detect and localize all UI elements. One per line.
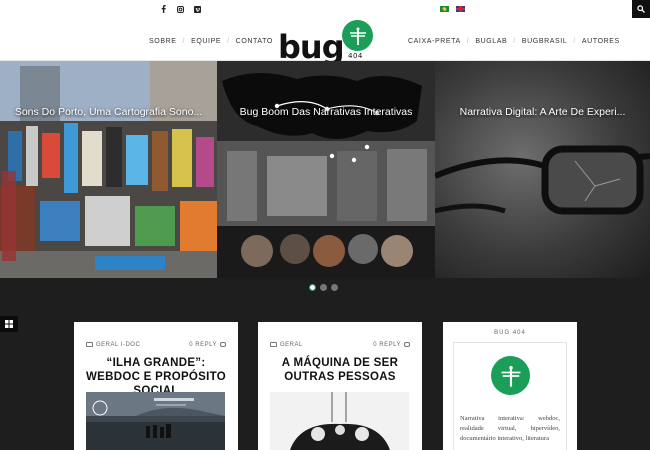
slider-dot-3[interactable] xyxy=(331,284,338,291)
post-title[interactable]: A MÁQUINA DE SER OUTRAS PESSOAS xyxy=(266,356,414,384)
uk-flag-icon[interactable] xyxy=(456,6,465,12)
vimeo-icon[interactable] xyxy=(191,3,203,15)
post-meta: GERAL 0 REPLY xyxy=(270,342,410,350)
about-widget: BUG 404 Narrativa interativa: webdoc, re… xyxy=(443,322,577,450)
folder-icon xyxy=(270,342,277,347)
market-photo xyxy=(0,61,217,278)
world-map-collage xyxy=(217,61,435,278)
slide-title: Bug Boom Das Narrativas Interativas xyxy=(239,106,413,118)
comment-icon xyxy=(404,342,410,347)
vr-headset-photo xyxy=(270,392,409,450)
post-card-ilha-grande[interactable]: GERAL I-DOC 0 REPLY “ILHA GRANDE”: WEBDO… xyxy=(74,322,238,450)
slider-dot-2[interactable] xyxy=(320,284,327,291)
slide-sons-do-porto[interactable]: Sons Do Porto, Uma Cartografia Sono... xyxy=(0,61,217,278)
featured-slider: Sons Do Porto, Uma Cartografia Sono... B… xyxy=(0,61,650,278)
main-nav-right: CAIXA-PRETA / BUGLAB / BUGBRASIL / AUTOR… xyxy=(408,38,620,45)
comment-icon xyxy=(220,342,226,347)
slide-title: Sons Do Porto, Uma Cartografia Sono... xyxy=(14,106,203,118)
slider-dot-1[interactable] xyxy=(309,284,316,291)
windows-side-button[interactable] xyxy=(0,316,18,332)
nav-separator: / xyxy=(466,38,470,45)
logo-text: bug xyxy=(278,28,345,66)
search-button[interactable] xyxy=(632,0,650,18)
post-replies[interactable]: 0 REPLY xyxy=(189,342,226,348)
widget-body: Narrativa interativa: webdoc, realidade … xyxy=(453,342,567,450)
nav-item-contato[interactable]: CONTATO xyxy=(236,38,273,45)
post-replies[interactable]: 0 REPLY xyxy=(373,342,410,348)
nav-separator: / xyxy=(227,38,230,45)
slide-title: Narrativa Digital: A Arte De Experi... xyxy=(459,106,626,118)
nav-item-autores[interactable]: AUTORES xyxy=(582,38,620,45)
logo-number: 404 xyxy=(348,52,363,60)
ilha-grande-photo xyxy=(86,392,225,450)
instagram-icon[interactable] xyxy=(174,3,186,15)
post-card-maquina[interactable]: GERAL 0 REPLY A MÁQUINA DE SER OUTRAS PE… xyxy=(258,322,422,450)
post-thumbnail[interactable] xyxy=(86,392,225,450)
site-header: SOBRE / EQUIPE / CONTATO bug 404 CAIXA-P… xyxy=(0,18,650,66)
slide-narrativa-digital[interactable]: Narrativa Digital: A Arte De Experi... xyxy=(435,61,650,278)
nav-item-equipe[interactable]: EQUIPE xyxy=(191,38,221,45)
nav-separator: / xyxy=(182,38,186,45)
post-categories[interactable]: GERAL I-DOC xyxy=(86,342,140,348)
nav-separator: / xyxy=(573,38,576,45)
main-nav-left: SOBRE / EQUIPE / CONTATO xyxy=(149,38,273,45)
dragonfly-logo-icon xyxy=(491,356,530,395)
facebook-icon[interactable] xyxy=(157,3,169,15)
top-bar xyxy=(0,0,650,18)
dragonfly-logo-icon xyxy=(342,20,373,51)
post-thumbnail[interactable] xyxy=(270,392,409,450)
nav-item-sobre[interactable]: SOBRE xyxy=(149,38,177,45)
nav-item-bugbrasil[interactable]: BUGBRASIL xyxy=(522,38,567,45)
slider-pagination xyxy=(309,284,338,291)
glasses-photo xyxy=(435,145,650,215)
post-meta: GERAL I-DOC 0 REPLY xyxy=(86,342,226,350)
brazil-flag-icon[interactable] xyxy=(440,6,449,12)
search-icon xyxy=(637,5,645,13)
windows-icon xyxy=(5,320,13,328)
nav-item-caixa-preta[interactable]: CAIXA-PRETA xyxy=(408,38,461,45)
post-categories[interactable]: GERAL xyxy=(270,342,303,348)
slide-bug-boom[interactable]: Bug Boom Das Narrativas Interativas xyxy=(217,61,435,278)
nav-item-buglab[interactable]: BUGLAB xyxy=(475,38,507,45)
widget-title: BUG 404 xyxy=(494,330,526,336)
folder-icon xyxy=(86,342,93,347)
nav-separator: / xyxy=(513,38,516,45)
widget-description: Narrativa interativa: webdoc, realidade … xyxy=(460,415,560,442)
